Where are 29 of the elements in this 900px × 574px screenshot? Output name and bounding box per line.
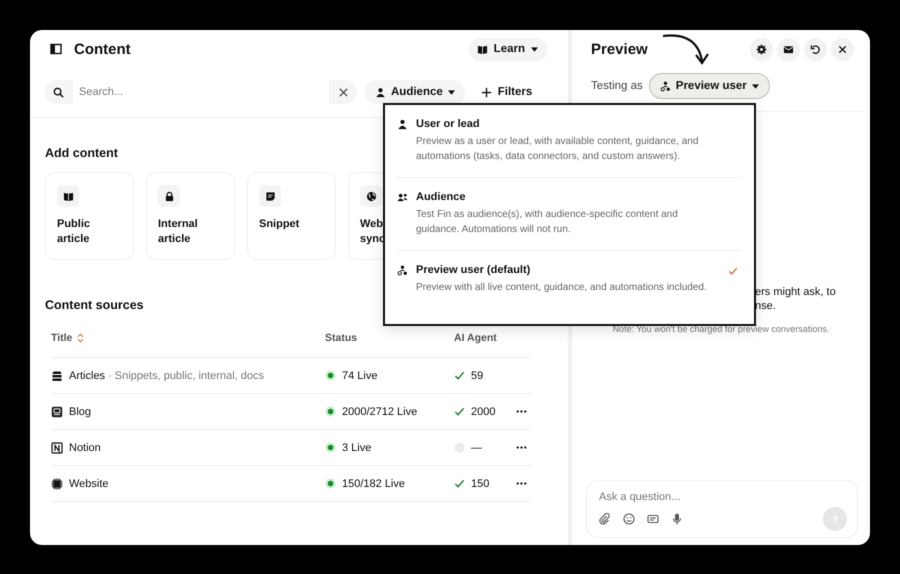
panel-title: Content [74, 40, 132, 58]
billing-note: Note: You won't be charged for preview conversations. [612, 324, 830, 334]
agent-count: 150 [471, 478, 490, 490]
source-title: Articles [69, 370, 106, 382]
intro-text: nse. [755, 299, 777, 313]
source-detail: · Snippets, public, internal, docs [108, 370, 264, 382]
status-text: 74 Live [342, 370, 378, 382]
source-title: Website [69, 478, 109, 490]
option-description: Preview with all live content, guidance, and automations included. [416, 281, 708, 295]
section-heading: Content sources [45, 298, 144, 312]
option-description: Preview as a user or lead, with available content, guidance, and automations (tasks, data connectors, and custom answers). [416, 135, 700, 164]
status-text: 3 Live [342, 442, 372, 454]
status-text: 2000/2712 Live [342, 406, 418, 418]
source-title: Blog [69, 406, 92, 418]
column-header: Status [325, 332, 358, 344]
option-title: Preview user (default) [416, 264, 532, 276]
option-description: Test Fin as audience(s), with audience-specific content and guidance. Automations will not run. [416, 208, 679, 237]
section-heading: Add content [45, 146, 118, 160]
source-title: Notion [69, 442, 101, 454]
panel-title: Preview [591, 40, 649, 58]
agent-count: 59 [471, 370, 484, 382]
agent-count: — [471, 442, 482, 454]
agent-count: 2000 [471, 406, 496, 418]
option-title: Audience [416, 191, 467, 203]
column-header: AI Agent [454, 332, 498, 344]
option-title: User or lead [416, 118, 481, 130]
testing-as-label: Testing as [591, 80, 643, 92]
intro-text: ers might ask, to [755, 285, 837, 299]
status-text: 150/182 Live [342, 478, 405, 490]
